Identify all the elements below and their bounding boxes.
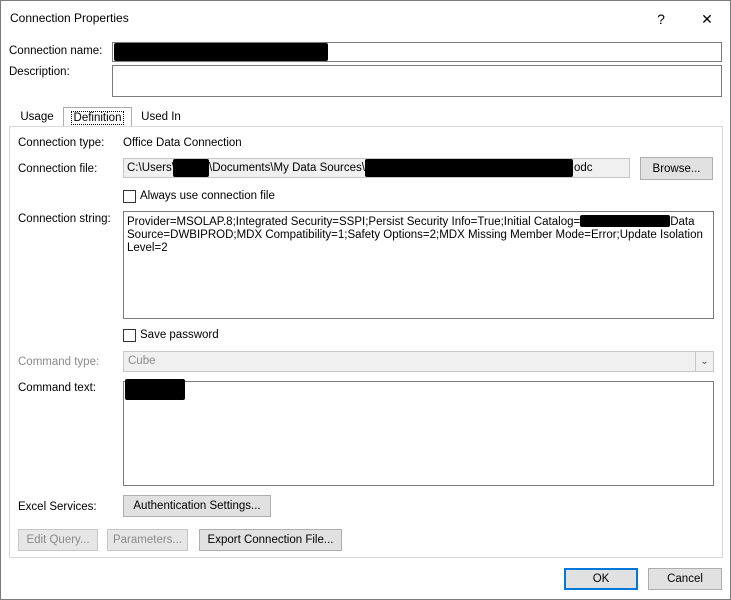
redaction-block: [114, 43, 328, 61]
connection-file-middle: \Documents\My Data Sources\: [209, 162, 365, 174]
browse-button-label: Browse...: [652, 162, 701, 175]
chevron-down-icon: ⌄: [695, 352, 713, 371]
connection-properties-dialog: Connection Properties ? ✕ Connection nam…: [0, 0, 731, 600]
description-label: Description:: [9, 66, 70, 78]
authentication-settings-button[interactable]: Authentication Settings...: [123, 495, 271, 517]
ok-label: OK: [592, 573, 610, 585]
connection-string-line3: Level=2: [127, 242, 168, 254]
command-type-select[interactable]: Cube ⌄: [123, 351, 714, 372]
authentication-settings-label: Authentication Settings...: [133, 500, 261, 512]
connection-string-label: Connection string:: [18, 213, 111, 225]
always-use-file-checkbox[interactable]: [123, 190, 136, 203]
command-text-label: Command text:: [18, 382, 96, 394]
export-connection-file-button[interactable]: Export Connection File...: [199, 529, 342, 551]
connection-file-suffix: odc: [574, 162, 593, 174]
command-text-textarea[interactable]: [123, 381, 714, 486]
command-type-value: Cube: [128, 355, 156, 367]
connection-string-line2: Source=DWBIPROD;MDX Compatibility=1;Safe…: [127, 229, 703, 241]
edit-query-button[interactable]: Edit Query...: [18, 529, 98, 551]
parameters-label: Parameters...: [112, 534, 183, 546]
always-use-file-label: Always use connection file: [140, 190, 275, 202]
tab-used-in-label: Used In: [141, 111, 181, 123]
cancel-label: Cancel: [667, 573, 703, 585]
close-icon[interactable]: ✕: [684, 1, 730, 37]
save-password-label: Save password: [140, 329, 219, 341]
browse-button[interactable]: Browse...: [640, 157, 713, 180]
redaction-block: [580, 215, 671, 227]
title-bar: Connection Properties ? ✕: [1, 1, 730, 37]
connection-file-prefix: C:\Users\: [127, 162, 175, 174]
tab-usage[interactable]: Usage: [15, 108, 59, 126]
parameters-button[interactable]: Parameters...: [107, 529, 188, 551]
connection-file-label: Connection file:: [18, 163, 98, 175]
connection-type-value: Office Data Connection: [123, 137, 242, 149]
tab-usage-label: Usage: [20, 111, 54, 123]
ok-button[interactable]: OK: [564, 568, 638, 590]
connection-string-line1b: Data: [670, 216, 695, 228]
description-input[interactable]: [112, 65, 722, 97]
edit-query-label: Edit Query...: [26, 534, 90, 546]
excel-services-label: Excel Services:: [18, 501, 97, 513]
connection-type-label: Connection type:: [18, 137, 105, 149]
redaction-block: [173, 159, 209, 177]
redaction-block: [125, 379, 185, 400]
save-password-checkbox[interactable]: [123, 329, 136, 342]
help-icon[interactable]: ?: [638, 1, 684, 37]
connection-name-label: Connection name:: [9, 45, 103, 57]
tab-used-in[interactable]: Used In: [135, 108, 187, 126]
redaction-block: [365, 159, 573, 177]
tab-definition[interactable]: Definition: [63, 107, 132, 127]
command-type-label: Command type:: [18, 356, 100, 368]
connection-string-textarea[interactable]: Provider=MSOLAP.8;Integrated Security=SS…: [123, 211, 714, 319]
connection-string-line1a: Provider=MSOLAP.8;Integrated Security=SS…: [127, 216, 581, 228]
cancel-button[interactable]: Cancel: [648, 568, 722, 590]
definition-panel: [9, 126, 723, 558]
tab-definition-label: Definition: [70, 110, 125, 125]
window-title: Connection Properties: [10, 11, 129, 25]
export-connection-file-label: Export Connection File...: [207, 534, 334, 546]
